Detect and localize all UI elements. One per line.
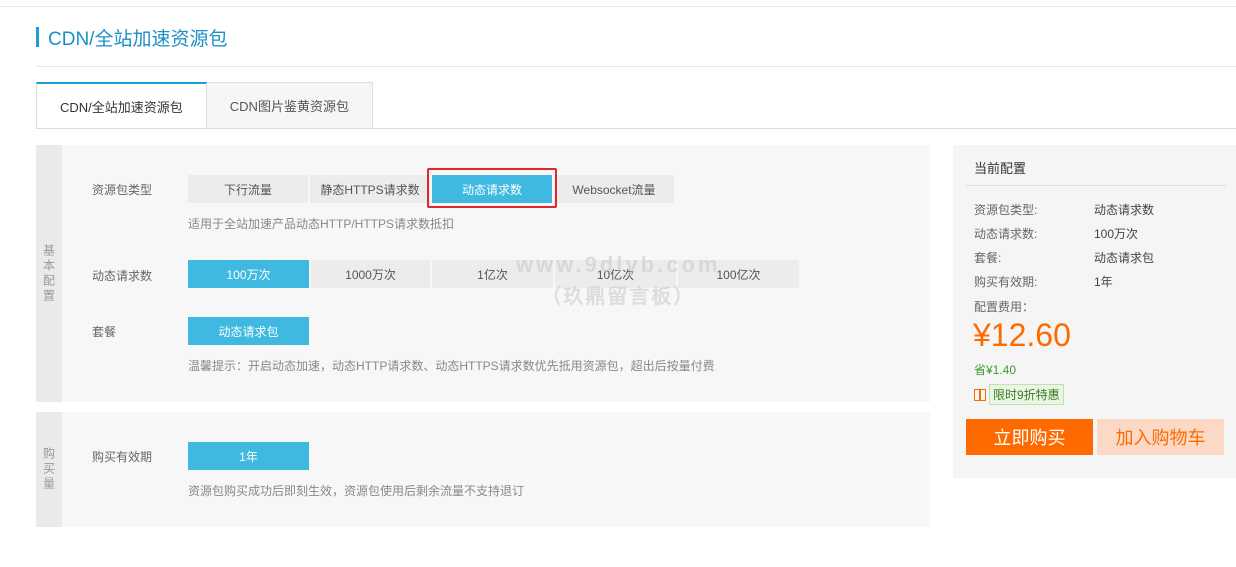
option-1-year[interactable]: 1年: [188, 442, 309, 470]
option-10b[interactable]: 100亿次: [678, 260, 799, 288]
config-key: 套餐:: [974, 251, 1002, 265]
option-10m[interactable]: 1000万次: [311, 260, 430, 288]
tab-bar: CDN/全站加速资源包 CDN图片鉴黄资源包: [36, 82, 373, 129]
plan-hint: 温馨提示：开启动态加速，动态HTTP请求数、动态HTTPS请求数优先抵用资源包，…: [188, 359, 715, 373]
title-divider: [36, 66, 1236, 67]
option-1m[interactable]: 100万次: [188, 260, 309, 288]
tabs-divider: [36, 128, 1236, 129]
basic-config-section: 基本配置 资源包类型 下行流量 静态HTTPS请求数 动态请求数 Websock…: [36, 145, 930, 402]
config-item: 资源包类型: 动态请求数: [974, 201, 1214, 218]
promo-tag: 限时9折特惠: [989, 384, 1064, 405]
package-type-hint: 适用于全站加速产品动态HTTP/HTTPS请求数抵扣: [188, 217, 454, 231]
plan-options: 动态请求包: [188, 317, 311, 345]
config-item: 动态请求数: 100万次: [974, 225, 1214, 242]
page-title: CDN/全站加速资源包: [36, 26, 228, 50]
price: ¥12.60: [973, 317, 1071, 353]
package-type-label: 资源包类型: [92, 183, 153, 197]
title-accent-bar: [36, 27, 39, 47]
config-key: 购买有效期:: [974, 275, 1038, 289]
tab-cdn-package[interactable]: CDN/全站加速资源包: [36, 82, 207, 129]
config-value: 100万次: [1094, 227, 1139, 241]
highlight-box: [427, 168, 557, 208]
config-key: 动态请求数:: [974, 227, 1038, 241]
savings: 省¥1.40: [974, 363, 1017, 377]
option-websocket-traffic[interactable]: Websocket流量: [554, 175, 674, 203]
current-config-title: 当前配置: [974, 161, 1027, 176]
config-value: 动态请求包: [1094, 251, 1155, 265]
validity-label: 购买有效期: [92, 450, 153, 464]
purchase-section: 购买量 购买有效期 1年 资源包购买成功后即刻生效，资源包使用后剩余流量不支持退…: [36, 412, 930, 527]
purchase-side-label: 购买量: [36, 412, 62, 527]
gift-icon: [974, 388, 986, 401]
request-count-label: 动态请求数: [92, 269, 153, 283]
option-static-https-requests[interactable]: 静态HTTPS请求数: [310, 175, 430, 203]
option-dynamic-package[interactable]: 动态请求包: [188, 317, 309, 345]
fee-label: 配置费用：: [974, 300, 1035, 314]
tab-cdn-image-review[interactable]: CDN图片鉴黄资源包: [206, 82, 373, 129]
config-key: 资源包类型:: [974, 203, 1038, 217]
page-title-text: CDN/全站加速资源包: [48, 28, 228, 50]
current-config-panel: 当前配置 资源包类型: 动态请求数 动态请求数: 100万次 套餐: 动态请求包…: [953, 145, 1236, 478]
config-item: 购买有效期: 1年: [974, 273, 1214, 290]
current-config-divider: [966, 185, 1226, 186]
basic-config-side-label: 基本配置: [36, 145, 62, 402]
add-to-cart-button[interactable]: 加入购物车: [1097, 419, 1224, 455]
plan-label: 套餐: [92, 325, 117, 339]
option-100m[interactable]: 1亿次: [432, 260, 553, 288]
option-1b[interactable]: 10亿次: [555, 260, 676, 288]
config-item: 套餐: 动态请求包: [974, 249, 1214, 266]
request-count-options: 100万次 1000万次 1亿次 10亿次 100亿次: [188, 260, 801, 288]
option-downstream-traffic[interactable]: 下行流量: [188, 175, 308, 203]
validity-options: 1年: [188, 442, 311, 470]
promo: 限时9折特惠: [974, 384, 1064, 405]
config-value: 动态请求数: [1094, 203, 1155, 217]
config-value: 1年: [1094, 275, 1113, 289]
validity-hint: 资源包购买成功后即刻生效，资源包使用后剩余流量不支持退订: [188, 484, 525, 498]
top-divider: [0, 6, 1236, 7]
buy-now-button[interactable]: 立即购买: [966, 419, 1093, 455]
